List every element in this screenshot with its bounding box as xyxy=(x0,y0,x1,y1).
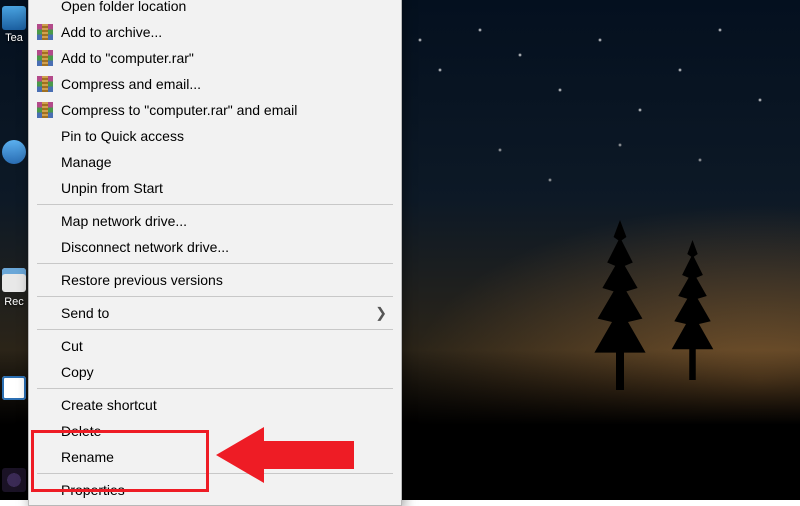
menu-item-map-network-drive[interactable]: Map network drive... xyxy=(29,208,401,234)
menu-item-label: Create shortcut xyxy=(61,397,157,413)
menu-item-unpin-from-start[interactable]: Unpin from Start xyxy=(29,175,401,201)
desktop-icon-teamviewer[interactable] xyxy=(2,6,26,30)
menu-item-delete[interactable]: Delete xyxy=(29,418,401,444)
menu-item-create-shortcut[interactable]: Create shortcut xyxy=(29,392,401,418)
menu-item-label: Map network drive... xyxy=(61,213,187,229)
menu-item-label: Properties xyxy=(61,482,125,498)
menu-item-send-to[interactable]: Send to ❯ xyxy=(29,300,401,326)
menu-separator xyxy=(37,473,393,474)
menu-item-label: Rename xyxy=(61,449,114,465)
winrar-icon xyxy=(37,24,53,40)
menu-item-label: Restore previous versions xyxy=(61,272,223,288)
menu-item-open-folder[interactable]: Open folder location xyxy=(29,0,401,19)
desktop-icon-label: Rec xyxy=(0,296,28,308)
menu-separator xyxy=(37,329,393,330)
menu-item-label: Delete xyxy=(61,423,101,439)
desktop-icon-label: Tea xyxy=(0,32,28,44)
menu-item-label: Send to xyxy=(61,305,109,321)
menu-item-label: Copy xyxy=(61,364,94,380)
menu-item-label: Compress and email... xyxy=(61,76,201,92)
menu-item-manage[interactable]: Manage xyxy=(29,149,401,175)
winrar-icon xyxy=(37,102,53,118)
menu-item-label: Manage xyxy=(61,154,112,170)
winrar-icon xyxy=(37,76,53,92)
menu-item-label: Cut xyxy=(61,338,83,354)
menu-separator xyxy=(37,388,393,389)
menu-separator xyxy=(37,204,393,205)
menu-item-properties[interactable]: Properties xyxy=(29,477,401,503)
menu-item-label: Disconnect network drive... xyxy=(61,239,229,255)
submenu-arrow-icon: ❯ xyxy=(375,305,387,322)
winrar-icon xyxy=(37,50,53,66)
context-menu: Open folder location Add to archive... A… xyxy=(28,0,402,506)
menu-item-label: Unpin from Start xyxy=(61,180,163,196)
menu-item-label: Compress to "computer.rar" and email xyxy=(61,102,297,118)
menu-item-label: Add to "computer.rar" xyxy=(61,50,194,66)
menu-item-disconnect-network-drive[interactable]: Disconnect network drive... xyxy=(29,234,401,260)
menu-item-add-to-computer-rar[interactable]: Add to "computer.rar" xyxy=(29,45,401,71)
desktop-icon-recycle-bin[interactable] xyxy=(2,268,26,292)
desktop-icon-app[interactable] xyxy=(2,140,26,164)
menu-item-copy[interactable]: Copy xyxy=(29,359,401,385)
menu-item-label: Open folder location xyxy=(61,0,186,14)
desktop-icon-shortcut[interactable] xyxy=(2,376,26,400)
menu-item-cut[interactable]: Cut xyxy=(29,333,401,359)
menu-separator xyxy=(37,296,393,297)
menu-item-label: Add to archive... xyxy=(61,24,162,40)
menu-item-pin-quick-access[interactable]: Pin to Quick access xyxy=(29,123,401,149)
menu-item-add-to-archive[interactable]: Add to archive... xyxy=(29,19,401,45)
menu-item-restore-previous-versions[interactable]: Restore previous versions xyxy=(29,267,401,293)
menu-item-rename[interactable]: Rename xyxy=(29,444,401,470)
desktop-icon-eclipse[interactable] xyxy=(2,468,26,492)
menu-item-compress-and-email[interactable]: Compress and email... xyxy=(29,71,401,97)
menu-separator xyxy=(37,263,393,264)
menu-item-compress-rar-and-email[interactable]: Compress to "computer.rar" and email xyxy=(29,97,401,123)
menu-item-label: Pin to Quick access xyxy=(61,128,184,144)
